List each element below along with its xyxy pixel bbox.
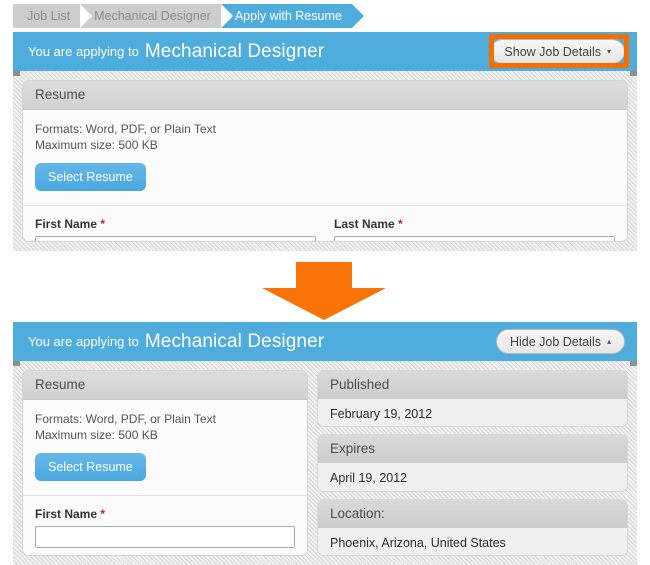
first-name-label-text: First Name — [35, 217, 98, 231]
show-job-details-button[interactable]: Show Job Details ▾ — [490, 39, 625, 64]
orange-down-arrow-icon — [262, 262, 386, 320]
select-resume-button[interactable]: Select Resume — [35, 453, 146, 481]
resume-card: Resume Formats: Word, PDF, or Plain Text… — [22, 80, 628, 242]
job-detail-header: Published — [318, 371, 627, 399]
breadcrumb-item-label: Apply with Resume — [234, 9, 342, 23]
name-fields-row: First Name * Last Name * — [23, 205, 627, 241]
breadcrumb-notch-icon — [220, 4, 233, 28]
apply-panel-expanded: You are applying to Mechanical Designer … — [13, 322, 637, 565]
breadcrumb-item-mechanical-designer[interactable]: Mechanical Designer — [80, 4, 233, 28]
breadcrumb-item-apply-with-resume[interactable]: Apply with Resume — [220, 4, 364, 28]
first-name-field-group: First Name * — [35, 507, 295, 548]
applying-to-prefix: You are applying to — [28, 44, 139, 59]
last-name-field-group: Last Name * — [334, 217, 615, 241]
first-name-label: First Name * — [35, 507, 295, 521]
chevron-up-icon: ▴ — [606, 336, 611, 346]
applying-to-banner: You are applying to Mechanical Designer … — [13, 32, 637, 76]
job-detail-header: Expires — [318, 435, 627, 464]
breadcrumb-item-label: Job List — [27, 9, 71, 23]
job-detail-location: Location: Phoenix, Arizona, United State… — [317, 498, 628, 556]
first-name-label: First Name * — [35, 217, 316, 231]
hide-job-details-button[interactable]: Hide Job Details ▴ — [495, 329, 625, 354]
resume-formats-text: Formats: Word, PDF, or Plain Text — [35, 412, 216, 426]
panel-content-area-expanded: Resume Formats: Word, PDF, or Plain Text… — [13, 361, 637, 565]
job-title: Mechanical Designer — [144, 40, 325, 62]
hide-job-details-label: Hide Job Details — [509, 334, 601, 349]
first-name-input[interactable] — [35, 526, 295, 548]
panel-content-area-collapsed: Resume Formats: Word, PDF, or Plain Text… — [13, 71, 637, 251]
resume-card-body: Formats: Word, PDF, or Plain Text Maximu… — [23, 400, 307, 495]
job-detail-value: April 19, 2012 — [318, 463, 627, 491]
chevron-down-icon: ▾ — [606, 46, 611, 56]
job-detail-expires: Expires April 19, 2012 — [317, 434, 628, 492]
breadcrumb-chevron-icon — [351, 4, 364, 28]
last-name-label-text: Last Name — [334, 217, 395, 231]
resume-card-header: Resume — [23, 81, 627, 110]
job-detail-published: Published February 19, 2012 — [317, 370, 628, 428]
resume-card: Resume Formats: Word, PDF, or Plain Text… — [22, 370, 308, 556]
resume-maxsize-text: Maximum size: 500 KB — [35, 428, 158, 442]
first-name-field-group: First Name * — [35, 217, 316, 241]
required-marker: * — [100, 507, 106, 521]
breadcrumb-notch-icon — [80, 4, 93, 28]
first-name-input[interactable] — [35, 236, 316, 241]
breadcrumb-item-job-list[interactable]: Job List — [13, 4, 93, 28]
first-name-label-text: First Name — [35, 507, 98, 521]
job-details-column: Published February 19, 2012 Expires Apri… — [317, 370, 628, 556]
select-resume-button[interactable]: Select Resume — [35, 163, 146, 191]
apply-panel-collapsed: You are applying to Mechanical Designer … — [13, 32, 637, 251]
job-detail-header: Location: — [318, 499, 627, 528]
resume-card-header: Resume — [23, 371, 307, 400]
breadcrumb-item-label: Mechanical Designer — [94, 9, 211, 23]
resume-maxsize-text: Maximum size: 500 KB — [35, 138, 158, 152]
applying-to-banner: You are applying to Mechanical Designer … — [13, 322, 637, 366]
name-fields-row: First Name * — [23, 495, 307, 555]
job-detail-value: Phoenix, Arizona, United States — [318, 527, 627, 555]
job-title: Mechanical Designer — [144, 330, 325, 352]
last-name-label: Last Name * — [334, 217, 615, 231]
resume-formats-text: Formats: Word, PDF, or Plain Text — [35, 122, 216, 136]
last-name-input[interactable] — [334, 236, 615, 241]
required-marker: * — [100, 217, 106, 231]
show-job-details-label: Show Job Details — [504, 44, 601, 59]
breadcrumb: Job List Mechanical Designer Apply with … — [13, 4, 364, 28]
applying-to-prefix: You are applying to — [28, 334, 139, 349]
resume-card-body: Formats: Word, PDF, or Plain Text Maximu… — [23, 110, 627, 205]
required-marker: * — [398, 217, 403, 231]
job-detail-value: February 19, 2012 — [318, 399, 627, 427]
